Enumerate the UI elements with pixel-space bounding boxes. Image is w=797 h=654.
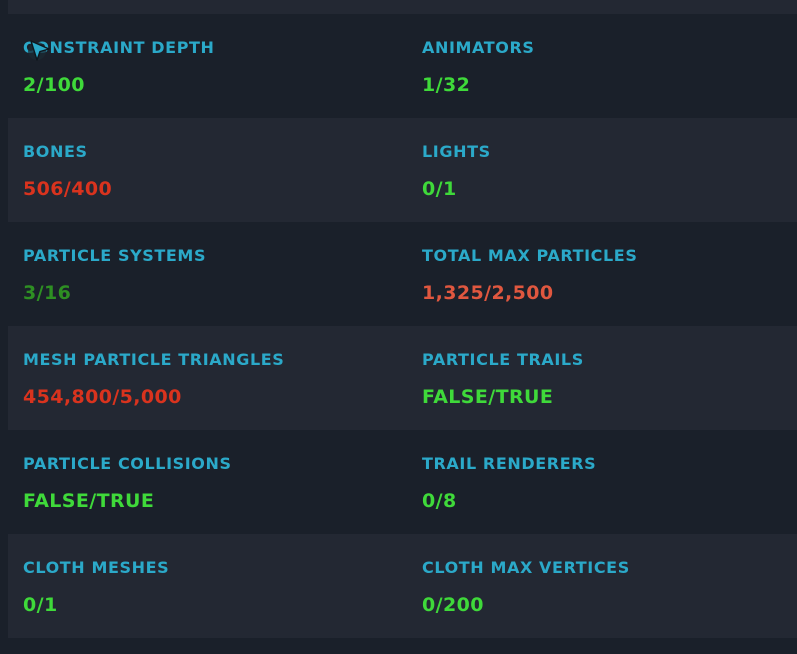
stat-value: 1/32 xyxy=(422,74,471,96)
stat-cloth-meshes: CLOTH MESHES 0/1 xyxy=(23,534,403,638)
stat-label: TOTAL MAX PARTICLES xyxy=(422,246,638,265)
stat-value: 1,325/2,500 xyxy=(422,282,554,304)
stat-label: PARTICLE COLLISIONS xyxy=(23,454,232,473)
stat-total-max-particles: TOTAL MAX PARTICLES 1,325/2,500 xyxy=(422,222,792,326)
stat-animators: ANIMATORS 1/32 xyxy=(422,14,792,118)
stat-mesh-particle-triangles: MESH PARTICLE TRIANGLES 454,800/5,000 xyxy=(23,326,403,430)
stat-row: BONES 506/400 LIGHTS 0/1 xyxy=(8,118,797,222)
stat-label: TRAIL RENDERERS xyxy=(422,454,597,473)
stat-value: 0/1 xyxy=(422,178,457,200)
stat-label: PARTICLE TRAILS xyxy=(422,350,584,369)
stat-label: MESH PARTICLE TRIANGLES xyxy=(23,350,285,369)
stat-lights: LIGHTS 0/1 xyxy=(422,118,792,222)
stat-row: PARTICLE COLLISIONS FALSE/TRUE TRAIL REN… xyxy=(8,430,797,534)
stat-value: 454,800/5,000 xyxy=(23,386,182,408)
stat-label: CLOTH MESHES xyxy=(23,558,170,577)
stat-trail-renderers: TRAIL RENDERERS 0/8 xyxy=(422,430,792,534)
stat-value: 0/8 xyxy=(422,490,457,512)
previous-row-strip xyxy=(8,0,797,14)
stat-value: 3/16 xyxy=(23,282,72,304)
mouse-pointer-icon xyxy=(28,40,50,61)
stat-label: ANIMATORS xyxy=(422,38,535,57)
stat-value: 506/400 xyxy=(23,178,113,200)
stat-value: 0/1 xyxy=(23,594,58,616)
stat-label: LIGHTS xyxy=(422,142,491,161)
stat-row: CONSTRAINT DEPTH 2/100 ANIMATORS 1/32 xyxy=(8,14,797,118)
stat-label: PARTICLE SYSTEMS xyxy=(23,246,207,265)
stat-label: CLOTH MAX VERTICES xyxy=(422,558,630,577)
stat-bones: BONES 506/400 xyxy=(23,118,403,222)
stat-row: MESH PARTICLE TRIANGLES 454,800/5,000 PA… xyxy=(8,326,797,430)
stat-value: FALSE/TRUE xyxy=(422,386,554,408)
stat-value: 0/200 xyxy=(422,594,484,616)
stat-particle-trails: PARTICLE TRAILS FALSE/TRUE xyxy=(422,326,792,430)
stat-row: CLOTH MESHES 0/1 CLOTH MAX VERTICES 0/20… xyxy=(8,534,797,638)
stat-cloth-max-vertices: CLOTH MAX VERTICES 0/200 xyxy=(422,534,792,638)
stat-row: PARTICLE SYSTEMS 3/16 TOTAL MAX PARTICLE… xyxy=(8,222,797,326)
stat-particle-collisions: PARTICLE COLLISIONS FALSE/TRUE xyxy=(23,430,403,534)
stat-value: FALSE/TRUE xyxy=(23,490,155,512)
stat-particle-systems: PARTICLE SYSTEMS 3/16 xyxy=(23,222,403,326)
stat-value: 2/100 xyxy=(23,74,85,96)
stat-label: BONES xyxy=(23,142,88,161)
stat-constraint-depth: CONSTRAINT DEPTH 2/100 xyxy=(23,14,403,118)
stats-panel: CONSTRAINT DEPTH 2/100 ANIMATORS 1/32 BO… xyxy=(0,0,797,654)
